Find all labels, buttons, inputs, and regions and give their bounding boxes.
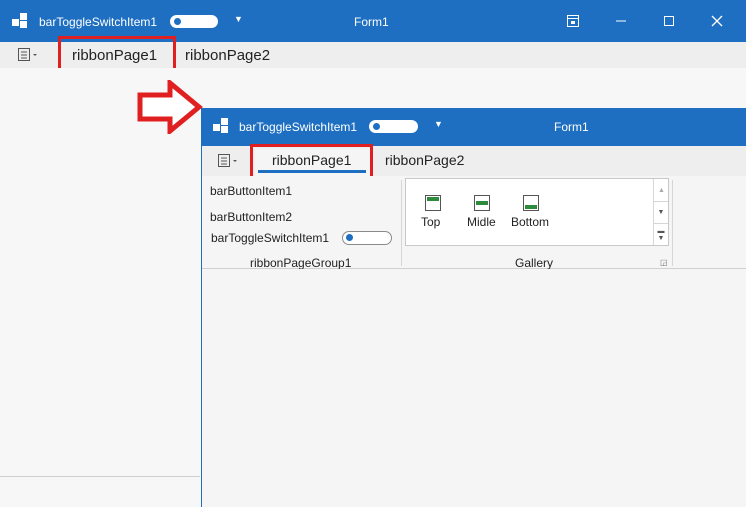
gallery-item-top[interactable]: Top [418, 193, 448, 233]
front-titlebar: barToggleSwitchItem1 ▼ Form1 [202, 108, 746, 146]
highlight-box-front-tab [250, 144, 373, 179]
maximize-icon [664, 16, 674, 26]
minimize-button[interactable] [598, 0, 644, 42]
chevron-up-icon: ▲ [658, 186, 665, 194]
minimize-icon [616, 20, 626, 22]
front-window: barToggleSwitchItem1 ▼ Form1 ribbonPage1… [201, 108, 746, 507]
bar-button-item1[interactable]: barButtonItem1 [210, 184, 292, 198]
window-title: Form1 [554, 120, 589, 134]
toggle-knob [174, 18, 181, 25]
align-top-icon [425, 195, 441, 211]
arrow-right-icon [137, 80, 203, 134]
qat-dropdown-icon[interactable]: ▼ [234, 14, 243, 24]
gallery-scroll-down-button[interactable]: ▼ [653, 201, 668, 223]
window-title: Form1 [354, 15, 389, 29]
tab-ribbonpage2[interactable]: ribbonPage2 [385, 152, 464, 168]
chevron-down-icon: ▼ [657, 209, 665, 216]
ribbon-content: barButtonItem1 barButtonItem2 barToggleS… [202, 176, 746, 270]
gallery-item-label: Midle [467, 215, 496, 229]
qat-toggle-label: barToggleSwitchItem1 [39, 15, 158, 29]
ribbon-display-icon [567, 15, 579, 27]
align-middle-icon [474, 195, 490, 211]
gallery-box: Top Midle Bottom ▲ ▼ ▬ ▼ [405, 178, 669, 246]
app-icon [213, 118, 228, 133]
gallery-item-label: Bottom [511, 215, 550, 229]
dialog-launcher-icon[interactable]: ◲ [660, 258, 668, 267]
tab-ribbonpage2[interactable]: ribbonPage2 [185, 47, 270, 64]
toggle-knob [373, 123, 380, 130]
qat-dropdown-icon[interactable]: ▼ [434, 119, 443, 129]
gallery-item-midle[interactable]: Midle [464, 193, 500, 233]
bar-toggle-switch-item1-label: barToggleSwitchItem1 [211, 231, 330, 245]
align-bottom-icon [523, 195, 539, 211]
qat-toggle-label: barToggleSwitchItem1 [239, 120, 358, 134]
gallery-item-bottom[interactable]: Bottom [508, 193, 556, 233]
gallery-caption: Gallery [515, 256, 554, 270]
group-separator [672, 180, 673, 266]
gallery-item-label: Top [421, 215, 441, 229]
close-icon [711, 15, 723, 27]
maximize-button[interactable] [646, 0, 692, 42]
group-separator [401, 180, 402, 266]
gallery-expand-button[interactable]: ▬ ▼ [653, 223, 668, 245]
qat-toggle-switch[interactable] [369, 120, 418, 133]
close-button[interactable] [694, 0, 740, 42]
bar-button-item2[interactable]: barButtonItem2 [210, 210, 292, 224]
ribbon-display-options-button[interactable] [550, 0, 596, 42]
group-toggle-switch[interactable] [342, 231, 392, 245]
file-menu-icon[interactable] [18, 48, 40, 62]
expand-dropdown-icon: ▬ ▼ [657, 227, 665, 242]
app-icon [12, 13, 27, 28]
toggle-knob [346, 234, 353, 241]
group1-caption: ribbonPageGroup1 [250, 256, 352, 270]
gallery-scroll-up-button[interactable]: ▲ [653, 179, 669, 201]
front-client-area [202, 269, 746, 507]
back-bottom-border [0, 476, 200, 477]
qat-toggle-switch[interactable] [170, 15, 218, 28]
file-menu-icon[interactable] [218, 154, 240, 168]
